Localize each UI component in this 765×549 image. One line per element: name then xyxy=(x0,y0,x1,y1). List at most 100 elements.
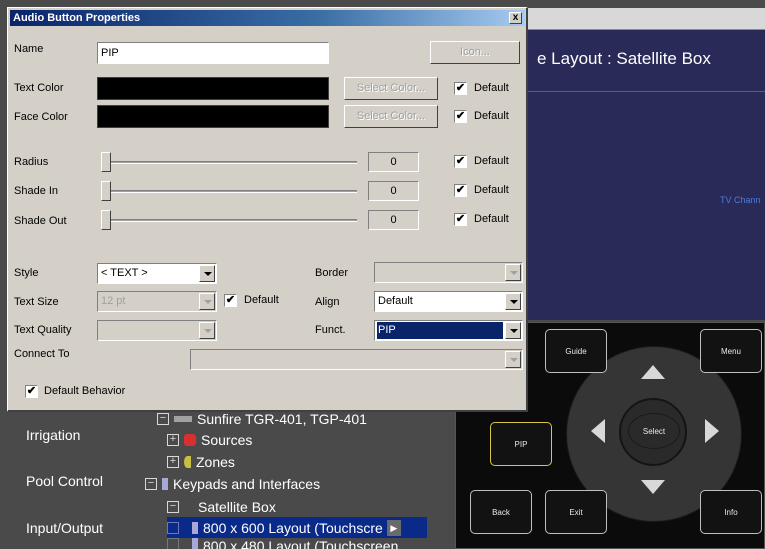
shade-in-slider-thumb[interactable] xyxy=(101,181,111,201)
shade-out-value[interactable]: 0 xyxy=(368,210,419,230)
touchscreen-icon xyxy=(192,538,198,549)
border-select[interactable] xyxy=(374,262,523,283)
select-button[interactable]: Select xyxy=(628,413,680,449)
radius-value[interactable]: 0 xyxy=(368,152,419,172)
guide-button[interactable]: Guide xyxy=(545,329,607,373)
style-select[interactable]: < TEXT > xyxy=(97,263,217,284)
shade-in-value[interactable]: 0 xyxy=(368,181,419,201)
dpad-down-icon[interactable] xyxy=(641,480,665,494)
collapse-icon[interactable]: − xyxy=(157,412,169,425)
radius-slider-track[interactable] xyxy=(102,161,357,164)
nav-item-irrigation[interactable]: Irrigation xyxy=(26,427,80,443)
keypad-icon xyxy=(162,477,168,490)
align-select[interactable]: Default xyxy=(374,291,523,312)
tree-row-label: Sources xyxy=(201,431,253,448)
chevron-down-icon[interactable] xyxy=(505,351,521,368)
nav-item-input-output[interactable]: Input/Output xyxy=(26,520,103,536)
connect-to-select[interactable] xyxy=(190,349,523,370)
collapse-icon[interactable]: − xyxy=(145,477,157,490)
chevron-down-icon[interactable] xyxy=(199,293,215,310)
tree-row-keypads[interactable]: − Keypads and Interfaces xyxy=(145,473,320,494)
connect-to-label: Connect To xyxy=(14,348,70,360)
chevron-down-icon[interactable] xyxy=(199,265,215,282)
tree-row-sources[interactable]: + Sources xyxy=(167,429,252,450)
info-button[interactable]: Info xyxy=(700,490,762,534)
pip-button[interactable]: PIP xyxy=(490,422,552,466)
face-color-default-checkbox[interactable]: ✔ xyxy=(454,110,467,123)
receiver-icon xyxy=(174,415,192,422)
tree-line-icon xyxy=(167,521,179,534)
tree-row-label: 800 x 600 Layout (Touchscre xyxy=(203,519,383,536)
tree-row-label: Satellite Box xyxy=(198,498,276,515)
align-label: Align xyxy=(315,296,340,308)
shade-out-default-checkbox[interactable]: ✔ xyxy=(454,213,467,226)
tree-row-satellite-box[interactable]: − Satellite Box xyxy=(167,496,276,517)
text-size-select-value: 12 pt xyxy=(101,295,126,307)
radius-slider-thumb[interactable] xyxy=(101,152,111,172)
tv-channel-label[interactable]: TV Chann xyxy=(720,195,761,205)
nav-item-pool-control[interactable]: Pool Control xyxy=(26,473,103,489)
preview-title-strip xyxy=(520,8,765,30)
close-icon[interactable]: x xyxy=(509,12,522,24)
dialog-title: Audio Button Properties xyxy=(13,12,141,24)
shade-out-slider-thumb[interactable] xyxy=(101,210,111,230)
menu-button[interactable]: Menu xyxy=(700,329,762,373)
face-color-label: Face Color xyxy=(14,111,68,123)
name-label: Name xyxy=(14,43,44,55)
dpad-left-icon[interactable] xyxy=(591,419,605,443)
text-color-label: Text Color xyxy=(14,82,64,94)
face-color-select-button[interactable]: Select Color... xyxy=(344,105,438,128)
tree-line-icon xyxy=(167,538,179,549)
tree-row-zones[interactable]: + Zones xyxy=(167,451,235,472)
radius-default-label: Default xyxy=(474,155,509,167)
shade-in-slider-track[interactable] xyxy=(102,190,357,193)
border-select-value xyxy=(377,264,380,281)
name-input[interactable]: PIP xyxy=(97,42,329,64)
scroll-right-icon[interactable]: ▶ xyxy=(386,519,401,536)
shade-in-default-checkbox[interactable]: ✔ xyxy=(454,184,467,197)
funct-label: Funct. xyxy=(315,324,346,336)
text-size-default-label: Default xyxy=(244,294,279,306)
shade-out-slider-track[interactable] xyxy=(102,219,357,222)
chevron-down-icon[interactable] xyxy=(505,293,521,310)
chevron-down-icon[interactable] xyxy=(505,322,521,339)
tree-row-800x600-layout[interactable]: 800 x 600 Layout (Touchscre ▶ xyxy=(167,517,427,538)
connect-to-select-value xyxy=(193,351,196,368)
text-color-select-button[interactable]: Select Color... xyxy=(344,77,438,100)
back-button[interactable]: Back xyxy=(470,490,532,534)
text-color-default-label: Default xyxy=(474,82,509,94)
exit-button[interactable]: Exit xyxy=(545,490,607,534)
icon-button[interactable]: Icon... xyxy=(430,41,520,64)
style-label: Style xyxy=(14,267,39,279)
face-color-swatch[interactable] xyxy=(97,105,329,128)
face-color-default-label: Default xyxy=(474,110,509,122)
tree-row-label: Keypads and Interfaces xyxy=(173,475,321,492)
expand-icon[interactable]: + xyxy=(167,455,179,468)
funct-select[interactable]: PIP xyxy=(374,320,523,341)
expand-icon[interactable]: + xyxy=(167,433,179,446)
text-size-default-checkbox[interactable]: ✔ xyxy=(224,294,237,307)
style-select-value: < TEXT > xyxy=(101,267,148,279)
tree-row-800x480-layout[interactable]: 800 x 480 Layout (Touchscreen xyxy=(167,538,427,549)
dpad-up-icon[interactable] xyxy=(641,365,665,379)
default-behavior-checkbox[interactable]: ✔ xyxy=(25,385,38,398)
collapse-icon[interactable]: − xyxy=(167,500,179,513)
radius-default-checkbox[interactable]: ✔ xyxy=(454,155,467,168)
text-quality-select[interactable] xyxy=(97,320,217,341)
touchscreen-icon xyxy=(192,521,198,534)
shade-out-label: Shade Out xyxy=(14,215,67,227)
text-color-swatch[interactable] xyxy=(97,77,329,100)
shade-in-label: Shade In xyxy=(14,185,59,197)
text-color-default-checkbox[interactable]: ✔ xyxy=(454,82,467,95)
shade-out-default-label: Default xyxy=(474,213,509,225)
chevron-down-icon[interactable] xyxy=(505,264,521,281)
preview-layout-title: e Layout : Satellite Box xyxy=(537,49,711,68)
text-size-select[interactable]: 12 pt xyxy=(97,291,217,312)
text-quality-select-value xyxy=(100,322,103,339)
funct-select-value: PIP xyxy=(377,322,503,339)
dpad-right-icon[interactable] xyxy=(705,419,719,443)
default-behavior-label: Default Behavior xyxy=(44,385,126,397)
text-size-label: Text Size xyxy=(14,296,59,308)
dialog-titlebar[interactable]: Audio Button Properties x xyxy=(10,10,525,26)
chevron-down-icon[interactable] xyxy=(199,322,215,339)
